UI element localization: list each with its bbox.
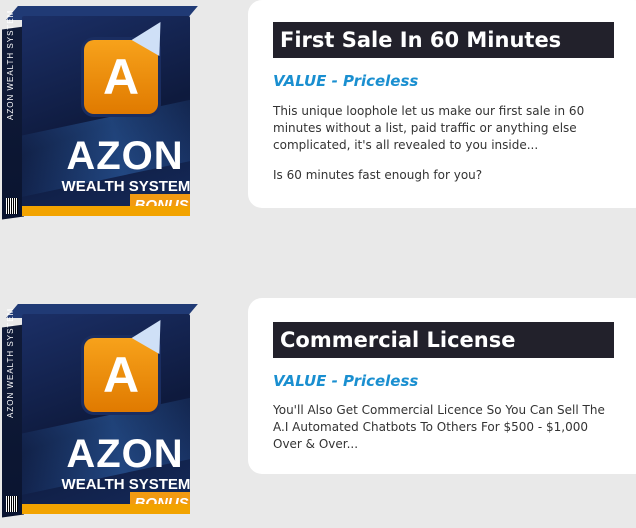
bonus-section-5: AZON WEALTH SYSTEM A AZON WEALTH SYSTEM … (0, 298, 636, 526)
box-side-label: AZON WEALTH SYSTEM (6, 9, 15, 120)
box-side-label: AZON WEALTH SYSTEM (6, 307, 15, 418)
barcode-icon (6, 496, 18, 512)
bonus-card: Commercial License VALUE - Priceless You… (248, 298, 636, 474)
logo-letter: A (102, 49, 140, 105)
bonus-description: You'll Also Get Commercial Licence So Yo… (273, 403, 605, 451)
barcode-icon (6, 198, 18, 214)
product-name: AZON (66, 432, 184, 476)
box-bottom-stripe (22, 206, 190, 216)
box-bottom-stripe (22, 504, 190, 514)
bonus-section-4: AZON WEALTH SYSTEM A AZON WEALTH SYSTEM … (0, 0, 636, 230)
product-box-image: AZON WEALTH SYSTEM A AZON WEALTH SYSTEM … (0, 0, 200, 230)
bonus-value: VALUE - Priceless (273, 372, 419, 390)
logo-letter: A (102, 347, 140, 403)
box-front-face: A AZON WEALTH SYSTEM BONUS #5 (22, 314, 190, 506)
bonus-card: First Sale In 60 Minutes VALUE - Pricele… (248, 0, 636, 208)
bonus-value: VALUE - Priceless (273, 72, 419, 90)
product-subtitle: WEALTH SYSTEM (61, 178, 190, 195)
product-name: AZON (66, 134, 184, 178)
bonus-title: Commercial License (273, 322, 614, 358)
box-front-face: A AZON WEALTH SYSTEM BONUS #4 (22, 16, 190, 208)
bonus-extra-text: Is 60 minutes fast enough for you? (273, 168, 483, 182)
bonus-description: This unique loophole let us make our fir… (273, 104, 585, 152)
product-box-image: AZON WEALTH SYSTEM A AZON WEALTH SYSTEM … (0, 298, 200, 528)
azon-logo-icon: A (84, 338, 158, 412)
azon-logo-icon: A (84, 40, 158, 114)
bonus-title: First Sale In 60 Minutes (273, 22, 614, 58)
product-subtitle: WEALTH SYSTEM (61, 476, 190, 493)
